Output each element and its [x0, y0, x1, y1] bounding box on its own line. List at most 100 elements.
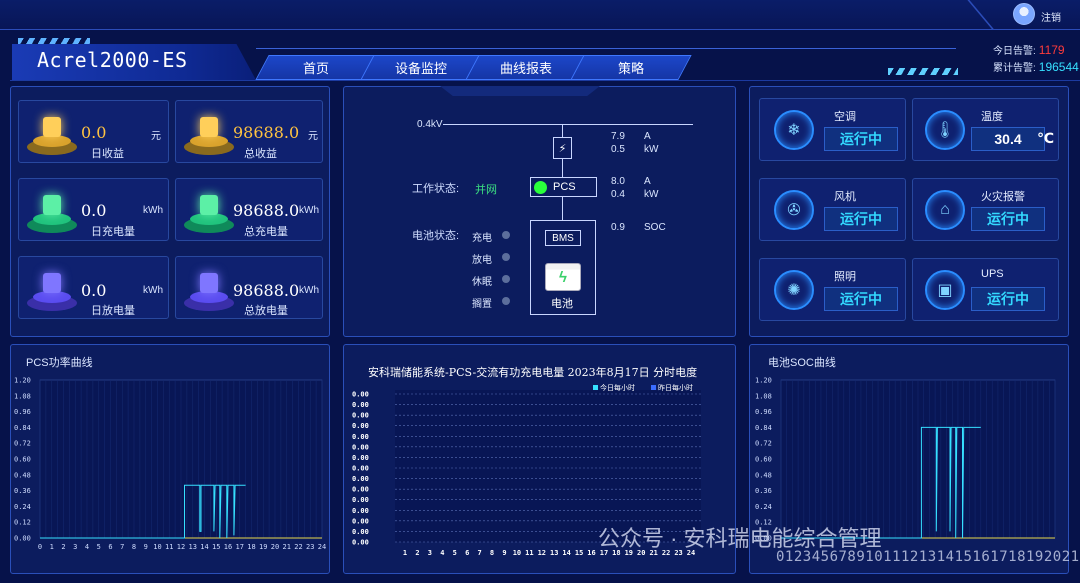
stat-label: 日充电量: [91, 226, 135, 238]
x-tick-label: 19: [259, 543, 267, 551]
stat-card-daily-income[interactable]: 0.0 元 日收益: [18, 100, 169, 163]
device-status: 运行中: [824, 127, 898, 151]
x-tick-label: 16: [587, 549, 595, 557]
x-tick-label: 4: [85, 543, 89, 551]
y-tick-label: 1.08: [14, 392, 31, 400]
x-tick-label: 20: [271, 543, 279, 551]
device-name: 火灾报警: [981, 191, 1025, 203]
tab-device-monitor[interactable]: 设备监控: [360, 55, 482, 80]
stat-value: 98688.0: [233, 123, 300, 142]
meter-current-unit: A: [644, 131, 651, 142]
tab-curve-report[interactable]: 曲线报表: [465, 55, 587, 80]
y-tick-label: 0.00: [352, 486, 369, 494]
stat-label: 总收益: [244, 148, 277, 160]
x-tick-label: 14: [562, 549, 570, 557]
x-tick-label: 18: [247, 543, 255, 551]
pcs-status-icon: [534, 181, 547, 194]
charging-indicator-icon: [502, 231, 510, 239]
logout-link[interactable]: 注销: [1041, 9, 1061, 24]
battery-state-discharging: 放电: [472, 255, 492, 266]
ups-icon: ▣: [925, 270, 965, 310]
device-card-temperature[interactable]: 🌡 温度 30.4 ℃: [912, 98, 1059, 161]
device-card-fire-alarm[interactable]: ⌂ 火灾报警 运行中: [912, 178, 1059, 241]
battery-charge-icon: [25, 191, 79, 235]
header-divider: [256, 48, 956, 49]
y-tick-label: 1.20: [14, 377, 31, 385]
pcs-power-unit: kW: [644, 189, 659, 200]
x-tick-label: 6: [465, 549, 469, 557]
tab-device-monitor-label: 设备监控: [394, 61, 447, 76]
today-alarm-value: 1179: [1038, 43, 1065, 57]
stat-value: 98688.0: [233, 201, 300, 220]
bus-line: [443, 124, 693, 125]
stat-label: 日放电量: [91, 305, 135, 317]
soc-value: 0.9: [611, 222, 625, 233]
y-tick-label: 0.72: [755, 440, 772, 448]
x-tick-label: 1: [50, 543, 54, 551]
battery-state-idle: 搁置: [472, 299, 492, 310]
air-conditioner-icon: ❄: [774, 110, 814, 150]
total-alarm[interactable]: 累计告警: 196544: [993, 59, 1079, 74]
device-status: 运行中: [971, 207, 1045, 231]
stat-unit: kWh: [299, 205, 319, 216]
device-name: 温度: [981, 111, 1003, 123]
y-tick-label: 0.00: [352, 433, 369, 441]
x-tick-label: 14: [200, 543, 208, 551]
header-bottom-divider: [10, 80, 1080, 81]
y-tick-label: 0.84: [14, 424, 31, 432]
device-card-air-conditioner[interactable]: ❄ 空调 运行中: [759, 98, 906, 161]
battery-discharge-icon: [25, 269, 79, 313]
device-card-fan[interactable]: ✇ 风机 运行中: [759, 178, 906, 241]
title-decoration: [18, 38, 90, 45]
device-name: UPS: [981, 268, 1004, 280]
legend-swatch: [593, 385, 598, 390]
stat-unit: kWh: [143, 285, 163, 296]
battery-icon: ϟ: [545, 263, 581, 291]
y-tick-label: 0.00: [352, 475, 369, 483]
device-name: 空调: [834, 111, 856, 123]
battery-charge-icon: [182, 191, 236, 235]
bms-label: BMS: [545, 230, 581, 246]
stat-card-total-income[interactable]: 98688.0 元 总收益: [175, 100, 323, 163]
user-avatar-icon[interactable]: [1013, 3, 1035, 25]
y-tick-label: 0.00: [352, 454, 369, 462]
stat-value: 98688.0: [233, 281, 300, 300]
tab-strategy[interactable]: 策略: [570, 55, 692, 80]
work-state-label: 工作状态:: [412, 183, 460, 195]
stat-card-daily-discharge[interactable]: 0.0 kWh 日放电量: [18, 256, 169, 319]
x-tick-label: 13: [550, 549, 558, 557]
y-tick-label: 0.96: [755, 408, 772, 416]
meter-icon[interactable]: ⚡: [553, 137, 572, 159]
x-tick-label: 10: [153, 543, 161, 551]
x-tick-label: 16: [224, 543, 232, 551]
battery-state-sleep: 休眠: [472, 277, 492, 288]
x-tick-label: 22: [294, 543, 302, 551]
stat-unit: 元: [151, 131, 161, 142]
stat-card-daily-charge[interactable]: 0.0 kWh 日充电量: [18, 178, 169, 241]
stat-card-total-discharge[interactable]: 98688.0 kWh 总放电量: [175, 256, 323, 319]
coin-icon: [25, 113, 79, 157]
y-tick-label: 0.00: [352, 443, 369, 451]
today-alarm[interactable]: 今日告警: 1179: [993, 42, 1065, 57]
stat-label: 总放电量: [244, 305, 288, 317]
tab-curve-report-label: 曲线报表: [499, 61, 552, 76]
app-title: Acrel2000-ES: [37, 48, 188, 72]
stat-card-total-charge[interactable]: 98688.0 kWh 总充电量: [175, 178, 323, 241]
x-tick-label: 2: [61, 543, 65, 551]
plot-area: [395, 390, 701, 542]
device-name: 照明: [834, 271, 856, 283]
x-tick-label: 12: [177, 543, 185, 551]
y-tick-label: 0.00: [352, 517, 369, 525]
pcs-box[interactable]: PCS: [530, 177, 597, 197]
device-card-ups[interactable]: ▣ UPS 运行中: [912, 258, 1059, 321]
y-tick-label: 0.12: [14, 519, 31, 527]
device-card-lighting[interactable]: ✺ 照明 运行中: [759, 258, 906, 321]
y-tick-label: 1.08: [755, 392, 772, 400]
battery-discharge-icon: [182, 269, 236, 313]
fan-icon: ✇: [774, 190, 814, 230]
pcs-current: 8.0: [611, 176, 625, 187]
tab-home[interactable]: 首页: [255, 55, 377, 80]
tab-strategy-label: 策略: [617, 61, 644, 76]
stat-unit: 元: [308, 131, 318, 142]
battery-box[interactable]: BMS ϟ 电池: [530, 220, 596, 315]
